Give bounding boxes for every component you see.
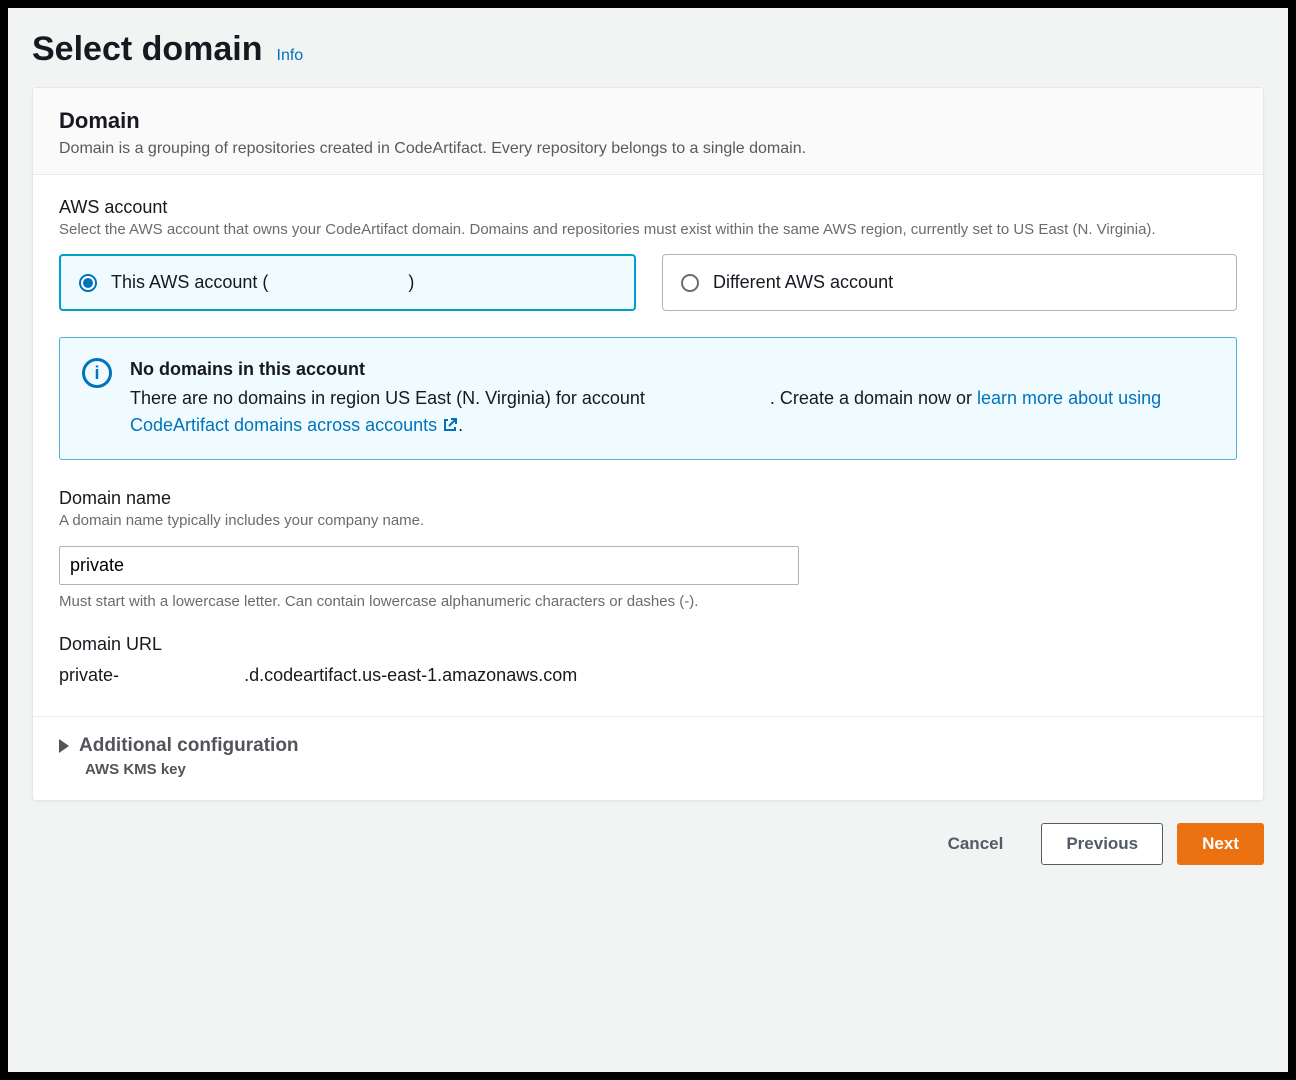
domain-name-input[interactable]: [59, 546, 799, 585]
domain-url-value: private- .d.codeartifact.us-east-1.amazo…: [59, 665, 1237, 686]
external-link-icon: [442, 417, 458, 433]
radio-this-label: This AWS account (): [111, 272, 414, 293]
domain-subheading: Domain is a grouping of repositories cre…: [59, 140, 1237, 158]
page-title: Select domain: [32, 30, 263, 69]
domain-heading: Domain: [59, 108, 1237, 134]
cancel-button[interactable]: Cancel: [924, 824, 1028, 864]
domain-url-label: Domain URL: [59, 634, 1237, 655]
infobox-title: No domains in this account: [130, 356, 1214, 383]
domain-panel: Domain Domain is a grouping of repositor…: [32, 87, 1264, 801]
aws-account-label: AWS account: [59, 197, 1237, 218]
aws-account-help: Select the AWS account that owns your Co…: [59, 220, 1237, 240]
info-icon: i: [82, 358, 112, 388]
caret-right-icon: [59, 739, 69, 753]
additional-config-sub: AWS KMS key: [85, 761, 1237, 778]
radio-different-label: Different AWS account: [713, 272, 893, 293]
infobox-body: There are no domains in region US East (…: [130, 385, 1214, 439]
radio-icon: [681, 274, 699, 292]
domain-name-label: Domain name: [59, 488, 1237, 509]
no-domains-infobox: i No domains in this account There are n…: [59, 337, 1237, 460]
radio-icon: [79, 274, 97, 292]
previous-button[interactable]: Previous: [1041, 823, 1163, 865]
radio-this-aws-account[interactable]: This AWS account (): [59, 254, 636, 311]
radio-different-aws-account[interactable]: Different AWS account: [662, 254, 1237, 311]
domain-name-constraint: Must start with a lowercase letter. Can …: [59, 593, 1237, 610]
domain-name-help: A domain name typically includes your co…: [59, 511, 1237, 531]
additional-config-toggle[interactable]: Additional configuration: [59, 735, 1237, 757]
info-link[interactable]: Info: [277, 47, 304, 65]
next-button[interactable]: Next: [1177, 823, 1264, 865]
